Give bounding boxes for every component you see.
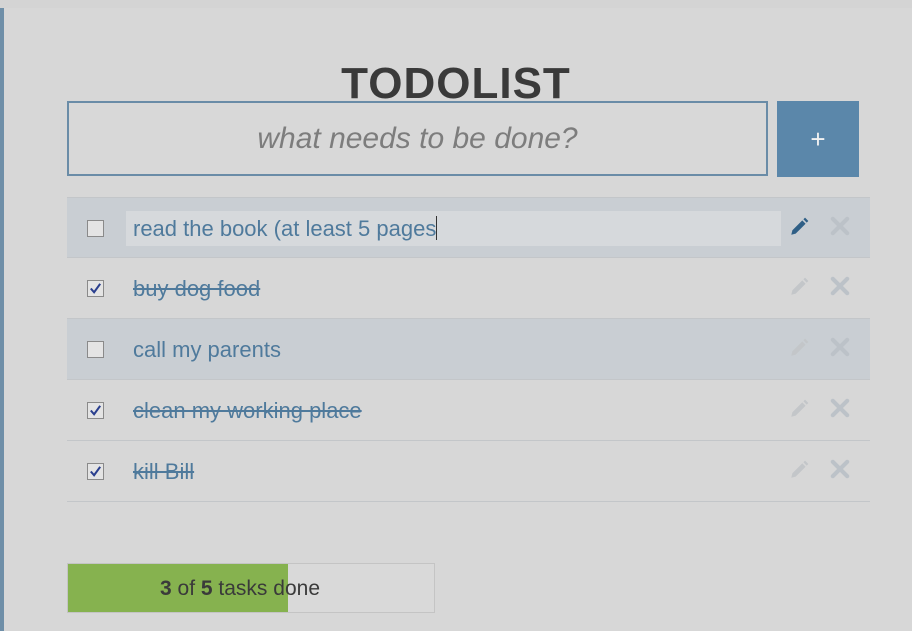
task-checkbox[interactable] (87, 402, 104, 419)
pencil-icon[interactable] (788, 276, 810, 298)
pencil-icon[interactable] (788, 398, 810, 420)
app-window: TODOLIST + read the book (at least 5 pag… (0, 0, 912, 631)
close-icon[interactable] (828, 396, 852, 420)
add-task-button[interactable]: + (777, 101, 859, 177)
checkmark-icon (90, 405, 102, 416)
task-text[interactable]: clean my working place (133, 398, 362, 424)
pencil-icon[interactable] (788, 459, 810, 481)
task-checkbox[interactable] (87, 463, 104, 480)
task-text[interactable]: buy dog food (133, 276, 260, 302)
checkmark-icon (90, 466, 102, 477)
task-row: read the book (at least 5 pages (67, 197, 870, 258)
task-text: read the book (at least 5 pages (133, 216, 438, 241)
close-icon[interactable] (828, 335, 852, 359)
task-row: kill Bill (67, 441, 870, 502)
task-checkbox[interactable] (87, 341, 104, 358)
progress-bar: 3 of 5 tasks done (67, 563, 435, 613)
task-row: buy dog food (67, 258, 870, 319)
task-row: clean my working place (67, 380, 870, 441)
close-icon[interactable] (828, 214, 852, 238)
pencil-icon[interactable] (788, 337, 810, 359)
task-edit-field[interactable]: read the book (at least 5 pages (126, 211, 781, 246)
task-checkbox[interactable] (87, 280, 104, 297)
task-list: read the book (at least 5 pages buy dog … (67, 197, 870, 502)
text-caret (436, 216, 438, 240)
progress-label: 3 of 5 tasks done (160, 577, 320, 600)
new-task-input[interactable] (67, 101, 768, 176)
checkmark-icon (90, 283, 102, 294)
close-icon[interactable] (828, 457, 852, 481)
task-text[interactable]: kill Bill (133, 459, 194, 485)
task-text[interactable]: call my parents (133, 337, 281, 363)
close-icon[interactable] (828, 274, 852, 298)
task-checkbox[interactable] (87, 220, 104, 237)
task-row: call my parents (67, 319, 870, 380)
pencil-icon[interactable] (788, 216, 810, 238)
